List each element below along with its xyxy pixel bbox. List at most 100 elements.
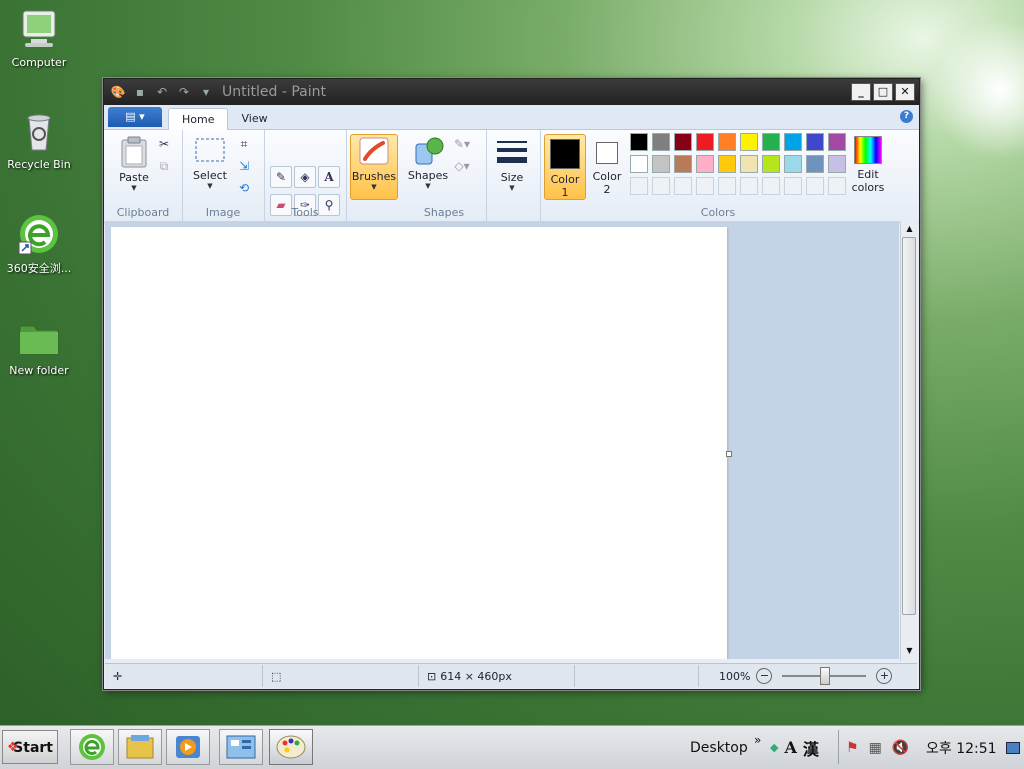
zoom-slider-thumb[interactable] <box>820 667 831 685</box>
palette-color-swatch[interactable] <box>828 133 846 151</box>
desktop-icon-computer[interactable]: Computer <box>4 8 74 69</box>
palette-custom-slot[interactable] <box>740 177 758 195</box>
desktop-icon-new-folder[interactable]: New folder <box>4 316 74 377</box>
language-bar[interactable]: ◆ A 漢 <box>770 726 819 769</box>
palette-color-swatch[interactable] <box>762 155 780 173</box>
palette-custom-slot[interactable] <box>762 177 780 195</box>
chevron-down-icon: ▼ <box>207 182 213 190</box>
palette-color-swatch[interactable] <box>762 133 780 151</box>
paste-button[interactable]: Paste ▼ <box>114 136 154 192</box>
resize-icon[interactable]: ⇲ <box>234 156 254 176</box>
close-button[interactable]: ✕ <box>895 83 915 101</box>
copy-icon[interactable]: ⧉ <box>154 156 174 176</box>
clipboard-group: Paste ▼ ✂ ⧉ Clipboard <box>104 130 183 222</box>
network-icon[interactable]: ▦ <box>869 740 882 756</box>
palette-custom-slot[interactable] <box>652 177 670 195</box>
shapes-button[interactable]: Shapes ▼ <box>406 136 450 190</box>
fill-bucket-icon[interactable]: ◈ <box>294 166 316 188</box>
text-tool-icon[interactable]: A <box>318 166 340 188</box>
palette-color-swatch[interactable] <box>784 155 802 173</box>
brushes-button[interactable]: Brushes ▼ <box>350 134 398 200</box>
ime-mode-icon[interactable]: A <box>784 738 796 757</box>
tab-view[interactable]: View <box>228 108 280 129</box>
taskbar-paint-button[interactable] <box>269 729 313 765</box>
palette-custom-slot[interactable] <box>674 177 692 195</box>
palette-color-swatch[interactable] <box>740 155 758 173</box>
vertical-scrollbar[interactable]: ▲ ▼ <box>900 221 918 661</box>
palette-color-swatch[interactable] <box>674 133 692 151</box>
palette-color-swatch[interactable] <box>806 133 824 151</box>
paint-menu-button[interactable]: ▤ ▾ <box>108 107 162 127</box>
fill-icon[interactable]: ◇▾ <box>452 156 472 176</box>
clock[interactable]: 오후 12:51 <box>926 726 997 769</box>
desktop-icon-360-browser[interactable]: 360安全浏... <box>4 212 74 276</box>
action-center-flag-icon[interactable]: ⚑ <box>846 740 859 756</box>
zoom-in-icon[interactable]: + <box>876 668 893 684</box>
size-button[interactable]: Size ▼ <box>492 138 532 192</box>
palette-color-swatch[interactable] <box>718 155 736 173</box>
scrollbar-thumb[interactable] <box>902 237 916 615</box>
cursor-position: ✛ <box>105 665 263 687</box>
volume-muted-icon[interactable]: 🔇 <box>892 740 909 756</box>
paint-app-icon[interactable]: 🎨 <box>110 84 126 100</box>
palette-custom-slot[interactable] <box>784 177 802 195</box>
palette-custom-slot[interactable] <box>806 177 824 195</box>
drawing-canvas[interactable] <box>111 227 727 659</box>
desktop-icon-recycle-bin[interactable]: Recycle Bin <box>4 110 74 171</box>
palette-color-swatch[interactable] <box>784 133 802 151</box>
crop-icon[interactable]: ⌗ <box>234 134 254 154</box>
palette-color-swatch[interactable] <box>806 155 824 173</box>
hanja-icon[interactable]: 漢 <box>803 736 819 760</box>
help-icon[interactable]: ? <box>900 110 913 123</box>
palette-color-swatch[interactable] <box>718 133 736 151</box>
tab-home[interactable]: Home <box>168 108 229 130</box>
desktop-light-glow <box>930 20 1024 160</box>
taskbar-browser-button[interactable] <box>70 729 114 765</box>
palette-color-swatch[interactable] <box>740 133 758 151</box>
zoom-slider[interactable] <box>782 667 867 685</box>
outline-icon[interactable]: ✎▾ <box>452 134 472 154</box>
taskbar-control-panel-button[interactable] <box>219 729 263 765</box>
title-bar[interactable]: 🎨 ▪ ↶ ↷ ▾ Untitled - Paint _ □ ✕ <box>104 79 919 105</box>
palette-custom-slot[interactable] <box>718 177 736 195</box>
scroll-up-icon[interactable]: ▲ <box>901 221 918 237</box>
minimize-button[interactable]: _ <box>851 83 871 101</box>
palette-color-swatch[interactable] <box>696 155 714 173</box>
computer-icon <box>17 8 61 52</box>
toolbar-overflow-icon[interactable]: » <box>754 718 761 761</box>
redo-icon[interactable]: ↷ <box>176 84 192 100</box>
rotate-icon[interactable]: ⟲ <box>234 178 254 198</box>
undo-icon[interactable]: ↶ <box>154 84 170 100</box>
taskbar-desktop-toolbar[interactable]: Desktop <box>690 726 748 769</box>
palette-color-swatch[interactable] <box>630 133 648 151</box>
customize-quick-access-icon[interactable]: ▾ <box>198 84 214 100</box>
maximize-button[interactable]: □ <box>873 83 893 101</box>
language-bar-icon[interactable]: ◆ <box>770 741 778 754</box>
palette-custom-slot[interactable] <box>696 177 714 195</box>
palette-custom-slot[interactable] <box>828 177 846 195</box>
show-desktop-button[interactable] <box>1006 726 1020 769</box>
canvas-workspace[interactable] <box>105 221 899 659</box>
palette-color-swatch[interactable] <box>674 155 692 173</box>
palette-color-swatch[interactable] <box>630 155 648 173</box>
select-button[interactable]: Select ▼ <box>190 136 230 190</box>
show-desktop-icon <box>1006 741 1020 754</box>
color1-button[interactable]: Color 1 <box>544 134 586 200</box>
zoom-out-icon[interactable]: − <box>756 668 773 684</box>
palette-color-swatch[interactable] <box>828 155 846 173</box>
palette-color-swatch[interactable] <box>652 155 670 173</box>
pencil-icon[interactable]: ✎ <box>270 166 292 188</box>
save-icon[interactable]: ▪ <box>132 84 148 100</box>
start-button[interactable]: ❖ Start <box>2 730 58 764</box>
palette-color-swatch[interactable] <box>696 133 714 151</box>
scroll-down-icon[interactable]: ▼ <box>901 643 918 659</box>
taskbar-media-player-button[interactable] <box>166 729 210 765</box>
cut-icon[interactable]: ✂ <box>154 134 174 154</box>
color2-button[interactable]: Color 2 <box>588 134 626 198</box>
edit-colors-button[interactable]: Edit colors <box>848 134 888 194</box>
canvas-resize-handle[interactable] <box>726 451 732 457</box>
taskbar-explorer-button[interactable] <box>118 729 162 765</box>
paint-window[interactable]: 🎨 ▪ ↶ ↷ ▾ Untitled - Paint _ □ ✕ ▤ ▾ Hom… <box>103 78 920 690</box>
palette-color-swatch[interactable] <box>652 133 670 151</box>
palette-custom-slot[interactable] <box>630 177 648 195</box>
